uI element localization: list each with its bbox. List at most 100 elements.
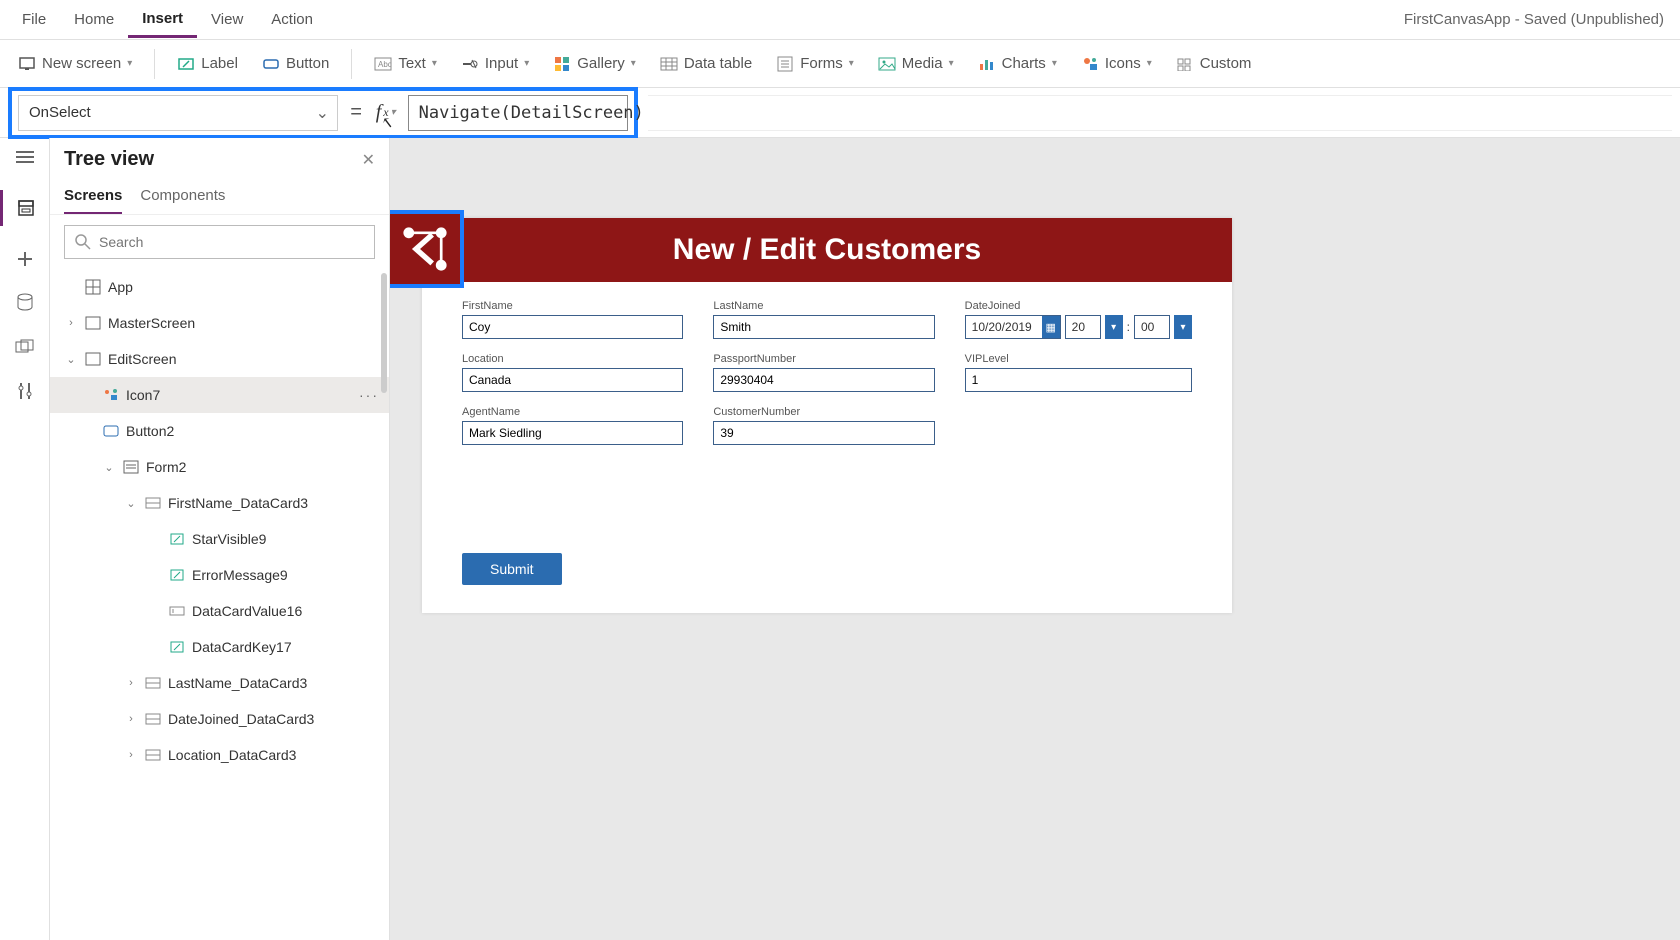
edit-customers-form: New / Edit Customers FirstName LastName …: [422, 218, 1232, 613]
tree-node-starvisible9[interactable]: StarVisible9: [50, 521, 389, 557]
minute-select[interactable]: 00: [1134, 315, 1170, 339]
location-input[interactable]: [462, 368, 683, 392]
field-label: AgentName: [462, 406, 683, 418]
text-button[interactable]: Abc Text ▾: [364, 49, 447, 79]
formula-bar-extension[interactable]: [648, 95, 1672, 131]
tree-panel-title: Tree view: [64, 148, 154, 171]
icons-button[interactable]: Icons ▾: [1071, 49, 1162, 79]
calendar-icon[interactable]: ▦: [1042, 316, 1060, 338]
tree-tabs: Screens Components: [50, 181, 389, 215]
menu-action[interactable]: Action: [257, 3, 327, 36]
media-label: Media: [902, 55, 943, 72]
firstname-input[interactable]: [462, 315, 683, 339]
submit-button[interactable]: Submit: [462, 553, 562, 585]
close-icon[interactable]: ✕: [362, 150, 375, 170]
scrollbar-thumb[interactable]: [381, 273, 387, 393]
tree-node-errormessage9[interactable]: ErrorMessage9: [50, 557, 389, 593]
tree-node-datejoined-card[interactable]: › DateJoined_DataCard3: [50, 701, 389, 737]
input-button[interactable]: Input ▾: [451, 49, 539, 79]
collapse-icon[interactable]: ⌄: [124, 497, 138, 510]
label-button[interactable]: Label: [167, 49, 248, 79]
app-icon: [84, 278, 102, 296]
forms-button[interactable]: Forms ▾: [766, 49, 864, 79]
formula-input[interactable]: Navigate(DetailScreen): [408, 95, 628, 131]
collapse-icon[interactable]: ⌄: [102, 461, 116, 474]
fx-button[interactable]: fx▾ ↖: [374, 101, 398, 124]
property-value: OnSelect: [29, 104, 91, 121]
menu-bar: File Home Insert View Action FirstCanvas…: [0, 0, 1680, 40]
gallery-icon: [553, 55, 571, 73]
expand-icon[interactable]: ›: [124, 713, 138, 725]
minute-dropdown-icon[interactable]: ▾: [1174, 315, 1192, 339]
plus-icon[interactable]: [14, 248, 36, 270]
label-label: Label: [201, 55, 238, 72]
tree-node-firstname-card[interactable]: ⌄ FirstName_DataCard3: [50, 485, 389, 521]
vip-input[interactable]: [965, 368, 1192, 392]
media-button[interactable]: Media ▾: [868, 49, 964, 79]
more-icon[interactable]: ···: [359, 387, 379, 403]
form-title: New / Edit Customers: [673, 233, 981, 267]
hamburger-icon[interactable]: [14, 146, 36, 168]
tree-node-datacardkey17[interactable]: DataCardKey17: [50, 629, 389, 665]
tree-node-form2[interactable]: ⌄ Form2: [50, 449, 389, 485]
tree-node-datacardvalue16[interactable]: DataCardValue16: [50, 593, 389, 629]
input-label: Input: [485, 55, 518, 72]
datatable-label: Data table: [684, 55, 752, 72]
left-rail: [0, 138, 50, 940]
lastname-input[interactable]: [713, 315, 934, 339]
tree-node-lastname-card[interactable]: › LastName_DataCard3: [50, 665, 389, 701]
custnum-input[interactable]: [713, 421, 934, 445]
tree-node-masterscreen[interactable]: › MasterScreen: [50, 305, 389, 341]
custom-button[interactable]: Custom: [1166, 49, 1262, 79]
expand-icon[interactable]: ›: [124, 677, 138, 689]
date-input[interactable]: 10/20/2019 ▦: [965, 315, 1061, 339]
data-icon[interactable]: [14, 292, 36, 314]
agent-input[interactable]: [462, 421, 683, 445]
gallery-button[interactable]: Gallery ▾: [543, 49, 646, 79]
advanced-tools-icon[interactable]: [14, 380, 36, 402]
charts-button[interactable]: Charts ▾: [968, 49, 1067, 79]
tree-node-editscreen[interactable]: ⌄ EditScreen: [50, 341, 389, 377]
chevron-down-icon: ▾: [949, 58, 954, 69]
tree-node-app[interactable]: App: [50, 269, 389, 305]
hour-select[interactable]: 20: [1065, 315, 1101, 339]
button-icon: [262, 55, 280, 73]
expand-icon[interactable]: ›: [124, 749, 138, 761]
passport-input[interactable]: [713, 368, 934, 392]
datacard-icon: [144, 494, 162, 512]
button-button[interactable]: Button: [252, 49, 339, 79]
expand-icon[interactable]: ›: [64, 317, 78, 329]
icons-label: Icons: [1105, 55, 1141, 72]
property-select[interactable]: OnSelect: [18, 95, 338, 131]
collapse-icon[interactable]: ⌄: [64, 353, 78, 366]
chevron-down-icon: ▾: [432, 58, 437, 69]
search-field[interactable]: [99, 234, 364, 250]
search-icon: [75, 234, 91, 250]
tab-components[interactable]: Components: [140, 181, 225, 214]
time-colon: :: [1127, 320, 1130, 334]
datatable-button[interactable]: Data table: [650, 49, 762, 79]
tree-view-icon[interactable]: [0, 190, 49, 226]
charts-icon: [978, 55, 996, 73]
back-icon-selected[interactable]: [390, 210, 464, 288]
tree-body: App › MasterScreen ⌄ EditScreen Icon7 ··…: [50, 269, 389, 940]
tab-screens[interactable]: Screens: [64, 181, 122, 214]
menu-insert[interactable]: Insert: [128, 2, 197, 38]
tree-node-icon7[interactable]: Icon7 ···: [50, 377, 389, 413]
new-screen-button[interactable]: New screen ▾: [8, 49, 142, 79]
canvas-area[interactable]: New / Edit Customers FirstName LastName …: [390, 138, 1680, 940]
menu-file[interactable]: File: [8, 3, 60, 36]
tree-node-label: StarVisible9: [192, 531, 266, 547]
screen-icon: [18, 55, 36, 73]
tree-node-location-card[interactable]: › Location_DataCard3: [50, 737, 389, 773]
field-datejoined: DateJoined 10/20/2019 ▦ 20 ▾ : 00 ▾: [965, 300, 1192, 339]
menu-view[interactable]: View: [197, 3, 257, 36]
chevron-down-icon: ▾: [1052, 58, 1057, 69]
tree-node-button2[interactable]: Button2: [50, 413, 389, 449]
search-input[interactable]: [64, 225, 375, 259]
menu-home[interactable]: Home: [60, 3, 128, 36]
button-label: Button: [286, 55, 329, 72]
media-rail-icon[interactable]: [14, 336, 36, 358]
tree-node-label: DataCardValue16: [192, 603, 302, 619]
hour-dropdown-icon[interactable]: ▾: [1105, 315, 1123, 339]
